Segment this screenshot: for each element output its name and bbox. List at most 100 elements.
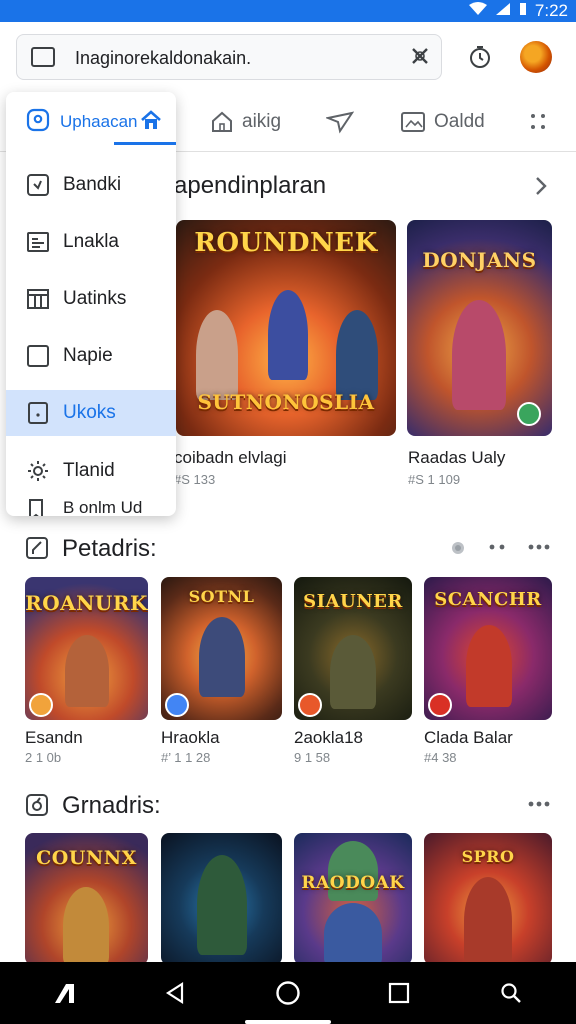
clear-icon[interactable] bbox=[409, 45, 431, 72]
more-options-icon[interactable] bbox=[527, 792, 551, 815]
game-image[interactable]: ROANURK bbox=[25, 577, 148, 720]
tab-indicator bbox=[114, 142, 176, 145]
recents-icon[interactable] bbox=[382, 976, 416, 1010]
tab-label: aikig bbox=[242, 111, 282, 132]
menu-item-tlanid[interactable]: Tlanid bbox=[6, 448, 176, 494]
search-query[interactable]: Inaginorekaldonakain. bbox=[75, 48, 251, 69]
navigation-bar bbox=[0, 962, 576, 1024]
launcher-icon[interactable] bbox=[49, 976, 83, 1010]
timer-icon[interactable] bbox=[464, 41, 496, 73]
table-icon bbox=[26, 287, 50, 311]
pager-dots-icon[interactable] bbox=[488, 535, 506, 558]
bookmark-icon bbox=[26, 498, 50, 516]
character-figure bbox=[452, 300, 506, 410]
gear-icon bbox=[26, 459, 50, 483]
gesture-pill bbox=[245, 1020, 331, 1024]
card-subtitle: #4 38 bbox=[424, 750, 457, 765]
card-subtitle: #’ 1 1 28 bbox=[161, 750, 211, 765]
status-icons: 7:22 bbox=[468, 1, 568, 21]
location-pin-icon bbox=[26, 108, 50, 139]
menu-item-label: Lnakla bbox=[63, 231, 119, 252]
status-bar: 7:22 bbox=[0, 0, 576, 22]
game-logo: SOTNL bbox=[188, 587, 255, 606]
character-figure bbox=[63, 887, 109, 965]
menu-item-bandki[interactable]: Bandki bbox=[6, 162, 176, 208]
card-title[interactable]: Esandn bbox=[25, 728, 83, 748]
card-title[interactable]: Hraokla bbox=[161, 728, 220, 748]
home-icon bbox=[140, 110, 162, 135]
game-logo: DONJANS bbox=[422, 248, 537, 272]
tab-send[interactable] bbox=[326, 92, 354, 152]
image-icon bbox=[400, 110, 426, 134]
battery-icon bbox=[519, 2, 527, 21]
chevron-right-icon[interactable] bbox=[532, 174, 550, 205]
character-figure bbox=[197, 855, 247, 955]
game-logo: COUNNX bbox=[36, 847, 137, 869]
menu-item-napie[interactable]: Napie bbox=[6, 333, 176, 379]
character-figure bbox=[268, 290, 308, 380]
game-image[interactable]: SIAUNER bbox=[294, 577, 412, 720]
document-icon bbox=[26, 401, 50, 425]
card-title[interactable]: 2aokla18 bbox=[294, 728, 363, 748]
game-logo: RAODOAK bbox=[301, 873, 405, 893]
game-image[interactable] bbox=[161, 833, 282, 965]
character-figure bbox=[466, 625, 512, 707]
game-logo: ROANURK bbox=[25, 591, 148, 615]
game-image[interactable]: RAODOAK bbox=[294, 833, 412, 965]
card-title[interactable]: Clada Balar bbox=[424, 728, 513, 748]
menu-header[interactable]: Uphaacan bbox=[6, 92, 176, 148]
section-title: Petadris: bbox=[62, 535, 157, 562]
menu-item-label: Napie bbox=[63, 345, 113, 366]
game-image[interactable]: SOTNL bbox=[161, 577, 282, 720]
menu-item-lnakla[interactable]: Lnakla bbox=[6, 219, 176, 265]
character-figure bbox=[336, 310, 378, 400]
avatar[interactable] bbox=[520, 41, 552, 73]
back-icon[interactable] bbox=[158, 976, 192, 1010]
card-title[interactable]: Raadas Ualy bbox=[408, 448, 505, 468]
app-badge-icon bbox=[428, 693, 452, 717]
app-badge-icon bbox=[165, 693, 189, 717]
house-icon bbox=[210, 110, 234, 134]
app-badge-icon bbox=[298, 693, 322, 717]
menu-item-ukoks[interactable]: Ukoks bbox=[6, 390, 176, 436]
tab-switcher-icon[interactable] bbox=[31, 47, 55, 67]
game-logo: SPRO bbox=[461, 847, 515, 866]
game-image[interactable]: SCANCHR bbox=[424, 577, 552, 720]
app-badge-icon bbox=[29, 693, 53, 717]
game-subtitle-logo: SUTNONOSLIA bbox=[197, 390, 375, 414]
tab-aikig[interactable]: aikig bbox=[210, 92, 281, 152]
menu-item-uatinks[interactable]: Uatinks bbox=[6, 276, 176, 322]
game-logo: SIAUNER bbox=[303, 591, 403, 612]
home-button-icon[interactable] bbox=[271, 976, 305, 1010]
search-row: Inaginorekaldonakain. bbox=[0, 22, 576, 92]
wifi-icon bbox=[468, 1, 487, 21]
character-figure bbox=[330, 635, 376, 709]
game-logo: SCANCHR bbox=[434, 589, 542, 610]
game-image[interactable]: COUNNX bbox=[25, 833, 148, 965]
featured-game-image[interactable]: ROUNDNEK SUTNONOSLIA bbox=[176, 220, 396, 436]
send-icon bbox=[326, 110, 354, 134]
character-figure bbox=[464, 877, 512, 965]
section-title: Grnadris: bbox=[62, 792, 161, 819]
menu-item-label: Uatinks bbox=[63, 288, 127, 309]
featured-game-image[interactable]: DONJANS bbox=[407, 220, 552, 436]
more-menu-icon[interactable] bbox=[528, 92, 548, 152]
menu-item-bonlm[interactable]: B onlm Ud bbox=[6, 494, 176, 516]
search-icon[interactable] bbox=[494, 976, 528, 1010]
more-options-icon[interactable] bbox=[527, 535, 551, 558]
tab-oaldd[interactable]: Oaldd bbox=[400, 92, 485, 152]
search-input[interactable]: Inaginorekaldonakain. bbox=[16, 34, 442, 80]
menu-item-label: Bandki bbox=[63, 174, 122, 195]
card-subtitle: #S 1 109 bbox=[408, 472, 461, 487]
featured-title: apendinplaran bbox=[174, 172, 327, 199]
game-logo: ROUNDNEK bbox=[194, 228, 378, 258]
checkbox-icon bbox=[26, 173, 50, 197]
card-title[interactable]: coibadn elvlagi bbox=[174, 448, 286, 468]
menu-item-label: B onlm Ud bbox=[63, 498, 143, 516]
tab-label: Oaldd bbox=[434, 111, 485, 132]
card-subtitle: #S 133 bbox=[174, 472, 216, 487]
app-badge-icon bbox=[517, 402, 541, 426]
menu-item-label: Tlanid bbox=[63, 460, 115, 481]
game-image[interactable]: SPRO bbox=[424, 833, 552, 965]
list-icon bbox=[26, 230, 50, 254]
